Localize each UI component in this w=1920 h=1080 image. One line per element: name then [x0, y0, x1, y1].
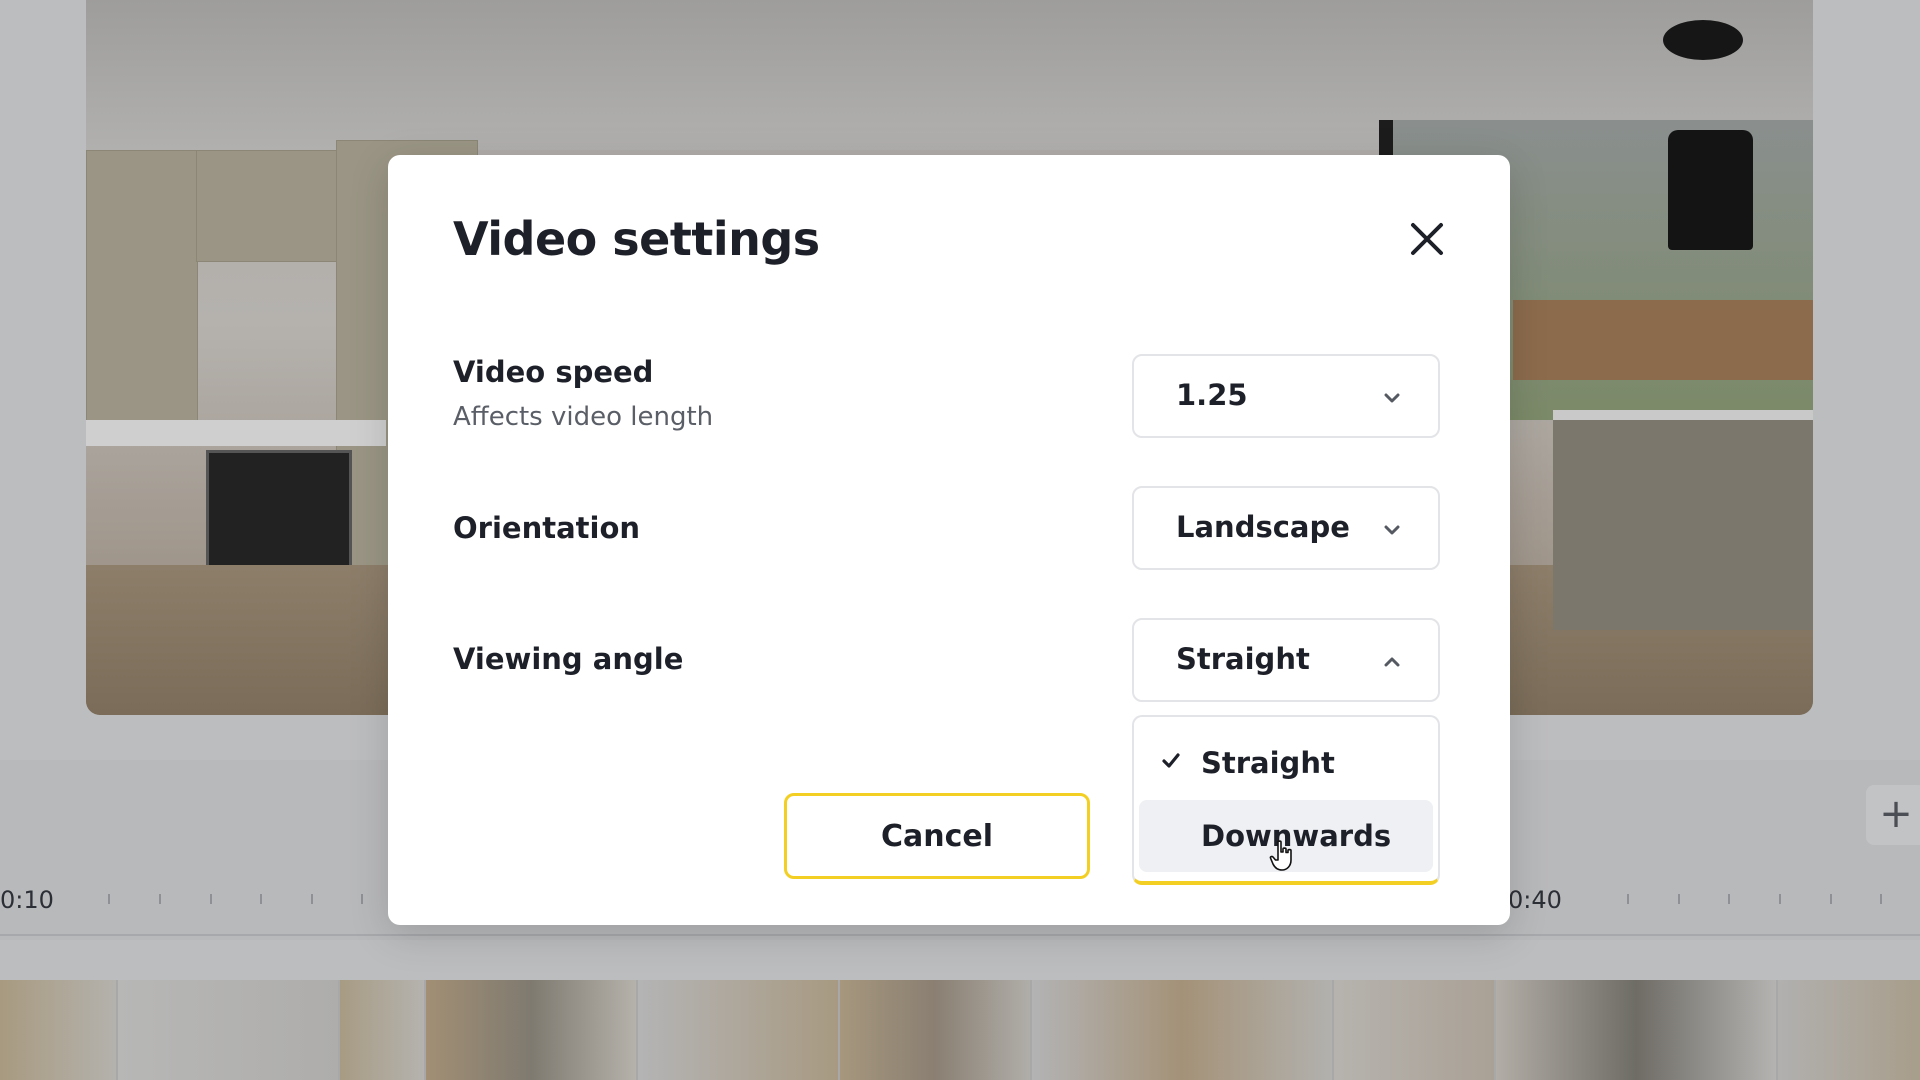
timeline-tick: [361, 894, 363, 904]
cancel-button-label: Cancel: [880, 819, 994, 854]
video-speed-sublabel: Affects video length: [453, 402, 714, 432]
option-label: Downwards: [1201, 819, 1392, 853]
orientation-value: Landscape: [1176, 510, 1350, 544]
filmstrip-frame[interactable]: [840, 980, 1032, 1080]
orientation-select[interactable]: Landscape: [1132, 486, 1440, 570]
preview-pendant-lamp: [1668, 130, 1753, 250]
preview-oven: [206, 450, 352, 576]
check-icon: [1162, 753, 1180, 768]
timeline-tick: [1627, 894, 1629, 904]
add-clip-button[interactable]: +: [1866, 785, 1920, 845]
timeline-tick: [311, 894, 313, 904]
timeline-time-label: 0:40: [1508, 886, 1562, 914]
viewing-angle-value: Straight: [1176, 642, 1310, 676]
video-speed-select[interactable]: 1.25: [1132, 354, 1440, 438]
preview-fence: [1513, 300, 1813, 380]
timeline-tick: [1678, 894, 1680, 904]
timeline-tick: [1880, 894, 1882, 904]
timeline-tick: [1830, 894, 1832, 904]
timeline-tick: [1728, 894, 1730, 904]
hand-cursor-icon: [1269, 840, 1292, 871]
chevron-down-icon: [1384, 393, 1400, 403]
filmstrip-frame[interactable]: [426, 980, 638, 1080]
filmstrip-frame[interactable]: [340, 980, 426, 1080]
preview-cabinet-upper: [196, 150, 338, 262]
video-speed-label: Video speed: [453, 355, 654, 389]
close-icon: [1411, 223, 1443, 255]
timeline-time-label: 0:10: [0, 886, 54, 914]
video-speed-value: 1.25: [1176, 378, 1248, 412]
preview-counter: [86, 420, 386, 446]
filmstrip[interactable]: [0, 980, 1920, 1080]
close-button[interactable]: [1403, 215, 1451, 263]
filmstrip-frame[interactable]: [0, 980, 118, 1080]
preview-island: [1553, 410, 1813, 630]
dialog-title: Video settings: [453, 212, 820, 266]
timeline-tick: [210, 894, 212, 904]
timeline-axis: [0, 934, 1920, 936]
preview-cabinet-left: [86, 150, 198, 422]
chevron-down-icon: [1384, 525, 1400, 535]
option-label: Straight: [1201, 746, 1335, 780]
option-straight[interactable]: Straight: [1139, 727, 1433, 799]
cancel-button[interactable]: Cancel: [784, 793, 1090, 879]
filmstrip-frame[interactable]: [1778, 980, 1920, 1080]
chevron-up-icon: [1384, 657, 1400, 667]
preview-pendant-mount: [1663, 20, 1743, 60]
timeline-tick: [159, 894, 161, 904]
plus-icon: +: [1879, 791, 1913, 837]
viewing-angle-label: Viewing angle: [453, 642, 684, 676]
timeline-tick: [108, 894, 110, 904]
timeline-tick: [1779, 894, 1781, 904]
timeline-tick: [260, 894, 262, 904]
filmstrip-frame[interactable]: [1496, 980, 1778, 1080]
viewing-angle-select[interactable]: Straight: [1132, 618, 1440, 702]
filmstrip-frame[interactable]: [638, 980, 840, 1080]
orientation-label: Orientation: [453, 511, 641, 545]
filmstrip-frame[interactable]: [1334, 980, 1496, 1080]
video-settings-dialog: Video settings Video speed Affects video…: [388, 155, 1510, 925]
filmstrip-frame[interactable]: [1032, 980, 1334, 1080]
filmstrip-frame[interactable]: [118, 980, 340, 1080]
